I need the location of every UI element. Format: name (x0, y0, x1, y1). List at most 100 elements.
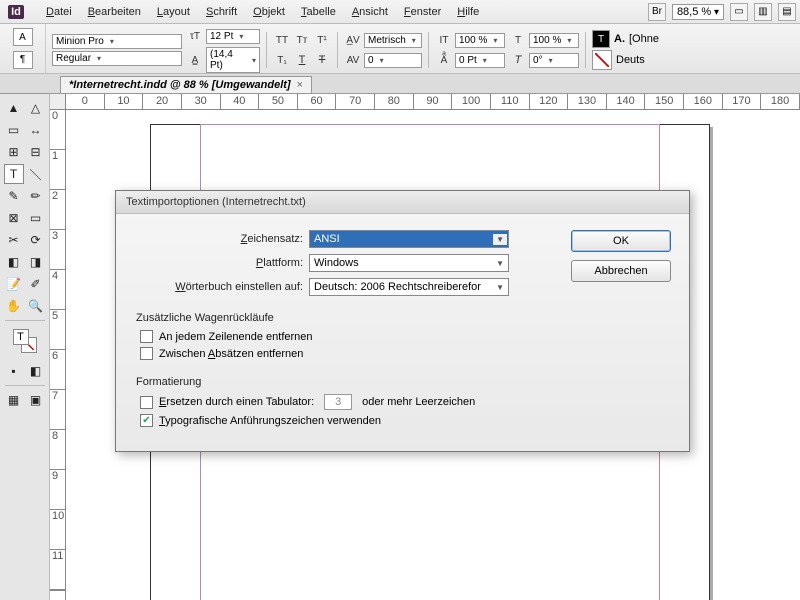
pencil-tool[interactable]: ✏ (26, 186, 46, 206)
skew-select[interactable]: 0° (529, 53, 579, 68)
font-size-select[interactable]: 12 Pt (206, 29, 260, 44)
replace-tab-label-post: oder mehr Leerzeichen (362, 396, 475, 408)
superscript-icon[interactable]: T¹ (313, 31, 331, 49)
stroke-swatch-icon[interactable] (592, 50, 612, 70)
subscript-icon[interactable]: T₁ (273, 51, 291, 69)
selection-tool[interactable]: ▲ (4, 98, 24, 118)
screen-mode-icon[interactable]: ▥ (754, 3, 772, 21)
app-logo: Id (4, 3, 28, 21)
tab-title: *Internetrecht.indd @ 88 % [Umgewandelt] (69, 79, 291, 91)
platform-label: Plattform: (134, 257, 309, 269)
baseline-icon: Aͣ (435, 51, 453, 69)
ruler-origin[interactable] (50, 94, 66, 110)
direct-selection-tool[interactable]: △ (26, 98, 46, 118)
preview-view-icon[interactable]: ▣ (26, 390, 46, 410)
font-style-select[interactable]: Regular (52, 51, 182, 66)
ok-button[interactable]: OK (571, 230, 671, 252)
kerning-icon: A̲V (344, 31, 362, 49)
dictionary-label: Wörterbuch einstellen auf: (134, 281, 309, 293)
menu-bearbeiten[interactable]: Bearbeiten (80, 3, 149, 21)
replace-tab-label-pre: Ersetzen durch einen Tabulator: (159, 396, 314, 408)
allcaps-icon[interactable]: TT (273, 31, 291, 49)
vscale-select[interactable]: 100 % (455, 33, 505, 48)
text-import-options-dialog: Textimportoptionen (Internetrecht.txt) Z… (115, 190, 690, 452)
gradient-feather-tool[interactable]: ◨ (26, 252, 46, 272)
remove-between-para-checkbox[interactable] (140, 347, 153, 360)
scissors-tool[interactable]: ✂ (4, 230, 24, 250)
font-size-icon: τT (186, 27, 204, 45)
menu-ansicht[interactable]: Ansicht (344, 3, 396, 21)
replace-tab-checkbox[interactable] (140, 396, 153, 409)
charset-label: Zeichensatz: (134, 233, 309, 245)
content-placer-tool[interactable]: ⊟ (26, 142, 46, 162)
vertical-ruler[interactable]: 01234567891011 (50, 110, 66, 600)
leading-icon: A͇ (186, 51, 204, 69)
tracking-select[interactable]: 0 (364, 53, 422, 68)
document-tab[interactable]: *Internetrecht.indd @ 88 % [Umgewandelt]… (60, 76, 312, 93)
control-bar: A ¶ Minion Pro Regular τT12 Pt A͇(14,4 P… (0, 24, 800, 74)
pen-tool[interactable]: ✎ (4, 186, 24, 206)
strikethrough-icon[interactable]: T (313, 51, 331, 69)
vscale-icon: IT (435, 31, 453, 49)
typographic-quotes-checkbox[interactable]: ✔ (140, 414, 153, 427)
note-tool[interactable]: 📝 (4, 274, 24, 294)
platform-dropdown[interactable]: Windows▼ (309, 254, 509, 272)
arrange-icon[interactable]: ▤ (778, 3, 796, 21)
apply-color-icon[interactable]: ▪ (4, 361, 24, 381)
line-tool[interactable]: ＼ (26, 164, 46, 184)
remove-eol-checkbox[interactable] (140, 330, 153, 343)
charset-dropdown[interactable]: ANSI▼ (309, 230, 509, 248)
rect-tool[interactable]: ▭ (26, 208, 46, 228)
fill-swatch-icon[interactable]: T (592, 30, 610, 48)
menu-tabelle[interactable]: Tabelle (293, 3, 344, 21)
zoom-tool[interactable]: 🔍 (26, 296, 46, 316)
hscale-select[interactable]: 100 % (529, 33, 579, 48)
skew-icon: T (509, 51, 527, 69)
font-family-select[interactable]: Minion Pro (52, 34, 182, 49)
menu-fenster[interactable]: Fenster (396, 3, 449, 21)
replace-tab-count-input[interactable]: 3 (324, 394, 352, 410)
bridge-icon[interactable]: Br (648, 3, 666, 21)
lang-label: Deuts (616, 54, 645, 66)
fill-stroke-swatch[interactable]: T (13, 329, 37, 353)
remove-eol-label: An jedem Zeilenende entfernen (159, 331, 313, 343)
zoom-dropdown[interactable]: 88,5 % ▾ (672, 4, 724, 20)
content-tool[interactable]: ⊞ (4, 142, 24, 162)
menu-objekt[interactable]: Objekt (245, 3, 293, 21)
smallcaps-icon[interactable]: Tᴛ (293, 31, 311, 49)
typographic-quotes-label: Typografische Anführungszeichen verwende… (159, 415, 381, 427)
menubar: Id Datei Bearbeiten Layout Schrift Objek… (0, 0, 800, 24)
view-mode-icon[interactable]: ▭ (730, 3, 748, 21)
normal-view-icon[interactable]: ▦ (4, 390, 24, 410)
menu-layout[interactable]: Layout (149, 3, 198, 21)
baseline-select[interactable]: 0 Pt (455, 53, 505, 68)
char-format-toggle[interactable]: A (13, 28, 33, 46)
type-tool[interactable]: T (4, 164, 24, 184)
gradient-swatch-tool[interactable]: ◧ (4, 252, 24, 272)
kerning-select[interactable]: Metrisch (364, 33, 422, 48)
para-format-toggle[interactable]: ¶ (13, 51, 33, 69)
tracking-icon: AV (344, 51, 362, 69)
extra-returns-section: Zusätzliche Wagenrückläufe (136, 312, 551, 324)
dialog-title: Textimportoptionen (Internetrecht.txt) (116, 191, 689, 214)
underline-icon[interactable]: T (293, 51, 311, 69)
tools-panel: ▲△ ▭↔ ⊞⊟ T＼ ✎✏ ⊠▭ ✂⟳ ◧◨ 📝✐ ✋🔍 T ▪◧ ▦▣ (0, 94, 50, 600)
menu-hilfe[interactable]: Hilfe (449, 3, 487, 21)
menu-schrift[interactable]: Schrift (198, 3, 245, 21)
cancel-button[interactable]: Abbrechen (571, 260, 671, 282)
formatting-section: Formatierung (136, 376, 551, 388)
page-tool[interactable]: ▭ (4, 120, 24, 140)
tab-close-icon[interactable]: × (297, 79, 303, 91)
apply-gradient-icon[interactable]: ◧ (26, 361, 46, 381)
menu-datei[interactable]: Datei (38, 3, 80, 21)
remove-between-para-label: Zwischen Absätzen entfernen (159, 348, 303, 360)
fill-label: [Ohne (629, 33, 659, 45)
rect-frame-tool[interactable]: ⊠ (4, 208, 24, 228)
leading-select[interactable]: (14,4 Pt) (206, 47, 260, 73)
eyedropper-tool[interactable]: ✐ (26, 274, 46, 294)
gap-tool[interactable]: ↔ (26, 120, 46, 140)
hand-tool[interactable]: ✋ (4, 296, 24, 316)
transform-tool[interactable]: ⟳ (26, 230, 46, 250)
horizontal-ruler[interactable]: 0102030405060708090100110120130140150160… (66, 94, 800, 110)
dictionary-dropdown[interactable]: Deutsch: 2006 Rechtschreiberefor▼ (309, 278, 509, 296)
